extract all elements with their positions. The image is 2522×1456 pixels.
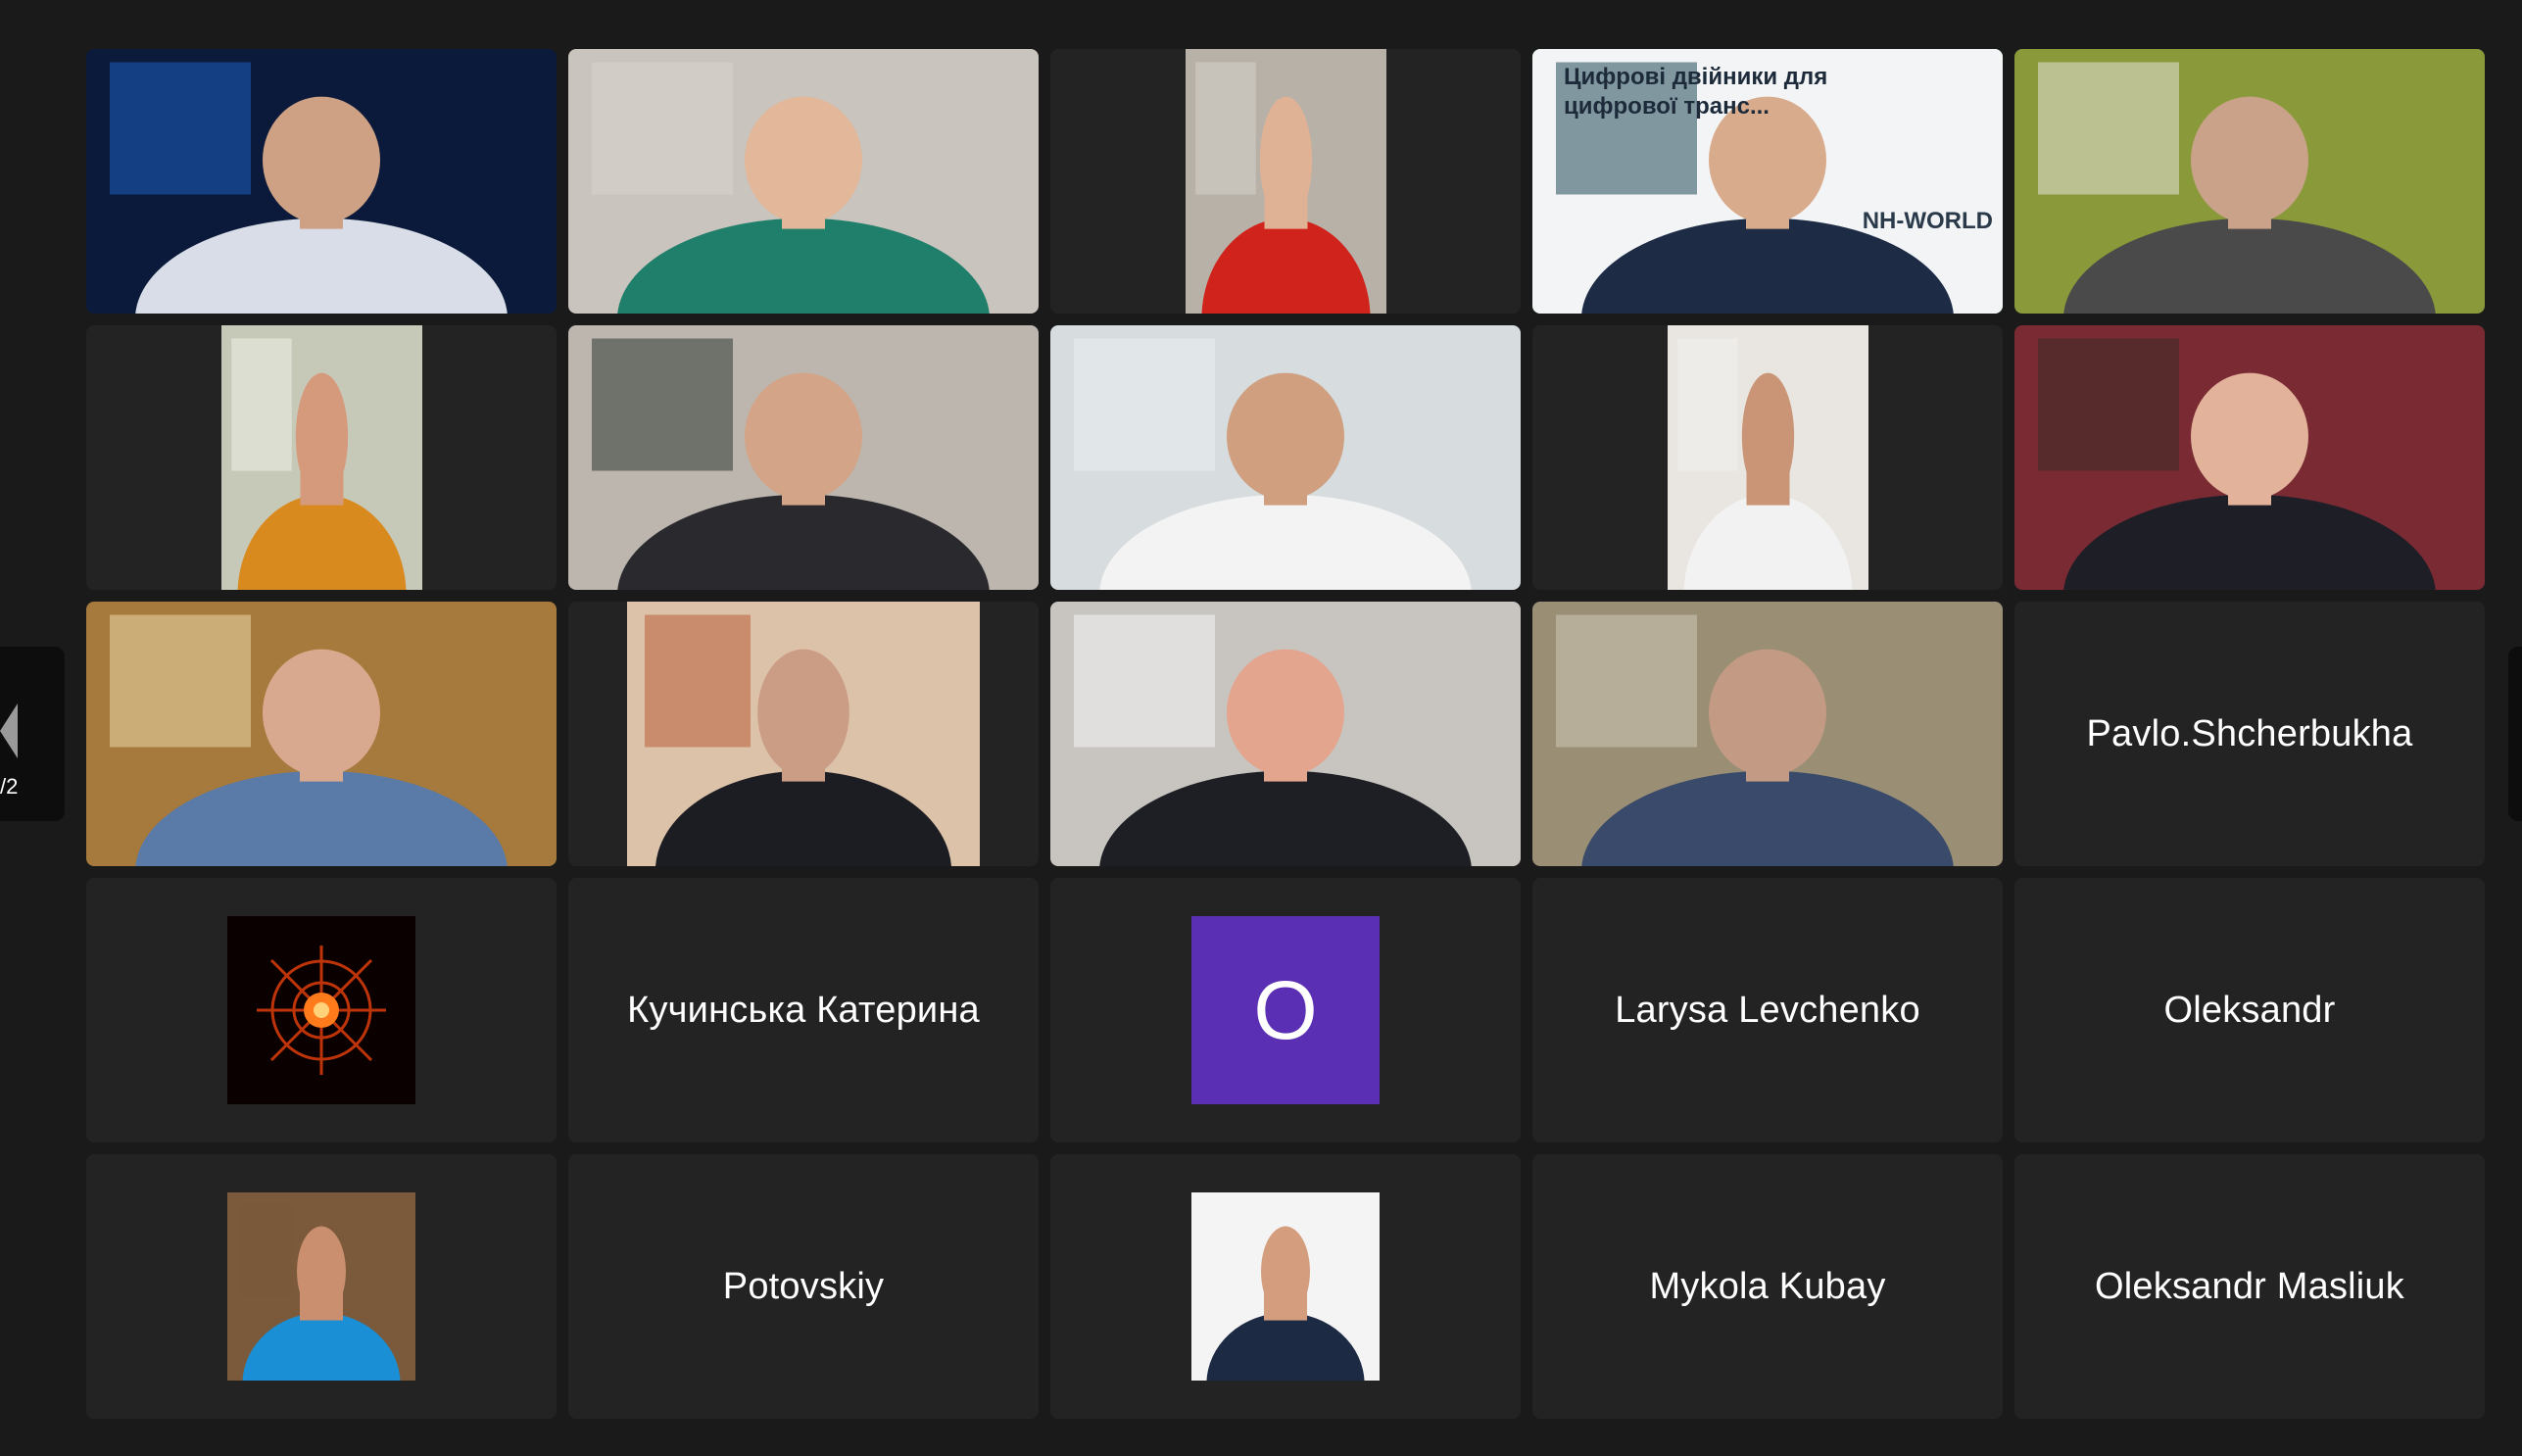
participant-tile[interactable]: Oleksandr <box>2014 878 2485 1142</box>
participant-tile[interactable] <box>86 325 557 590</box>
participant-tile[interactable]: O <box>1050 878 1521 1142</box>
avatar <box>1191 1192 1380 1381</box>
participant-tile[interactable]: Potovskiy <box>568 1154 1039 1419</box>
participant-tile[interactable]: Oleksandr Masliuk <box>2014 1154 2485 1419</box>
avatar <box>227 1192 415 1381</box>
previous-page-button[interactable]: /2 <box>0 647 65 821</box>
participant-video <box>221 325 422 590</box>
participant-tile[interactable]: Pavlo.Shcherbukha <box>2014 602 2485 866</box>
participant-tile[interactable] <box>568 602 1039 866</box>
participant-tile[interactable]: Цифрові двійники для цифрової транс... NH-… <box>1532 49 2003 314</box>
participant-name: Oleksandr Masliuk <box>2095 1265 2404 1307</box>
participant-name: Potovskiy <box>722 1265 885 1307</box>
participant-video: Цифрові двійники для цифрової транс... NH-… <box>1532 49 2003 314</box>
participant-name: Larysa Levchenko <box>1615 989 1920 1031</box>
participant-video <box>1186 49 1386 314</box>
participant-grid: Цифрові двійники для цифрової транс... NH-… <box>86 49 2487 1419</box>
participant-video <box>1532 602 2003 866</box>
shared-slide-title: Цифрові двійники для цифрової транс... <box>1564 63 1877 121</box>
participant-video <box>86 49 557 314</box>
slide-title-line-2: цифрової транс... <box>1564 93 1770 120</box>
participant-video <box>627 602 980 866</box>
participant-name: Oleksandr <box>2163 989 2336 1031</box>
next-page-button[interactable] <box>2508 647 2522 821</box>
participant-tile[interactable] <box>86 1154 557 1419</box>
participant-name: Кучинська Катерина <box>627 989 980 1031</box>
participant-tile[interactable]: Кучинська Катерина <box>568 878 1039 1142</box>
slide-title-line-1: Цифрові двійники для <box>1564 64 1828 90</box>
chevron-left-icon <box>0 704 18 758</box>
participant-tile[interactable] <box>1532 325 2003 590</box>
participant-tile[interactable]: Mykola Kubay <box>1532 1154 2003 1419</box>
participant-video <box>1050 602 1521 866</box>
participant-video <box>2014 325 2485 590</box>
participant-tile[interactable] <box>1050 602 1521 866</box>
participant-tile[interactable] <box>1050 49 1521 314</box>
slide-logo: NH-WORLD <box>1862 208 1993 234</box>
participant-video <box>568 325 1039 590</box>
participant-name: Mykola Kubay <box>1649 1265 1886 1307</box>
participant-tile[interactable] <box>86 602 557 866</box>
page-indicator: /2 <box>0 774 19 799</box>
participant-tile[interactable] <box>568 49 1039 314</box>
zoom-gallery-view: /2 Цифрові двійники для цифрової транс..… <box>0 0 2522 1456</box>
participant-video <box>2014 49 2485 314</box>
participant-tile[interactable] <box>2014 325 2485 590</box>
participant-video <box>1668 325 1868 590</box>
participant-tile[interactable] <box>1532 602 2003 866</box>
participant-tile[interactable]: Larysa Levchenko <box>1532 878 2003 1142</box>
participant-video <box>568 49 1039 314</box>
participant-tile[interactable] <box>1050 1154 1521 1419</box>
participant-video <box>1050 325 1521 590</box>
participant-name: Pavlo.Shcherbukha <box>2086 712 2413 754</box>
participant-tile[interactable] <box>568 325 1039 590</box>
participant-tile[interactable] <box>86 878 557 1142</box>
participant-tile[interactable] <box>1050 325 1521 590</box>
participant-tile[interactable] <box>2014 49 2485 314</box>
participant-tile[interactable] <box>86 49 557 314</box>
avatar <box>227 916 415 1104</box>
participant-video <box>86 602 557 866</box>
avatar: O <box>1191 916 1380 1104</box>
